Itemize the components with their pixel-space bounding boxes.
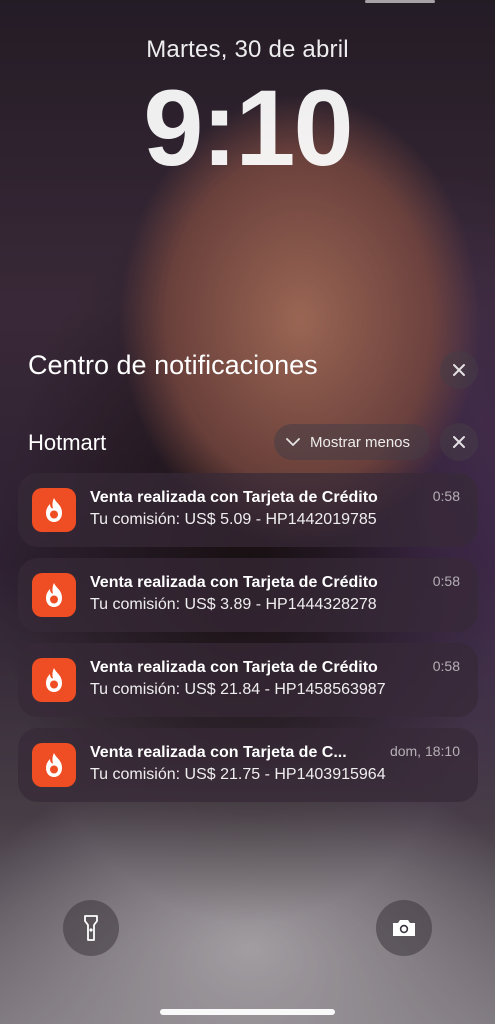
notification-time: 0:58 bbox=[432, 488, 460, 504]
notification-card[interactable]: Venta realizada con Tarjeta de C... Tu c… bbox=[18, 728, 478, 802]
notification-body: Tu comisión: US$ 21.75 - HP1403915964 bbox=[90, 766, 386, 783]
notification-card[interactable]: Venta realizada con Tarjeta de Crédito T… bbox=[18, 643, 478, 717]
notification-title: Venta realizada con Tarjeta de Crédito bbox=[90, 659, 378, 676]
hotmart-flame-icon bbox=[32, 573, 76, 617]
camera-button[interactable] bbox=[376, 900, 432, 956]
notification-card[interactable]: Venta realizada con Tarjeta de Crédito T… bbox=[18, 558, 478, 632]
lockscreen-date: Martes, 30 de abril bbox=[146, 36, 349, 63]
hotmart-flame-icon bbox=[32, 488, 76, 532]
home-indicator[interactable] bbox=[160, 1009, 335, 1015]
flashlight-button[interactable] bbox=[63, 900, 119, 956]
notification-time: 0:58 bbox=[432, 573, 460, 589]
notification-time: dom, 18:10 bbox=[389, 743, 460, 759]
notification-body: Tu comisión: US$ 5.09 - HP1442019785 bbox=[90, 511, 377, 528]
lockscreen-time: 9:10 bbox=[143, 67, 353, 188]
notification-title: Venta realizada con Tarjeta de Crédito bbox=[90, 574, 378, 591]
clear-all-button[interactable] bbox=[440, 351, 478, 389]
camera-icon bbox=[393, 920, 415, 936]
clear-group-button[interactable] bbox=[440, 423, 478, 461]
notification-body: Tu comisión: US$ 3.89 - HP1444328278 bbox=[90, 596, 377, 613]
flashlight-icon bbox=[84, 915, 98, 941]
hotmart-flame-icon bbox=[32, 658, 76, 702]
status-bar-indicator bbox=[365, 0, 435, 3]
notification-title: Venta realizada con Tarjeta de Crédito bbox=[90, 489, 378, 506]
notification-title: Venta realizada con Tarjeta de C... bbox=[90, 744, 347, 761]
close-icon bbox=[453, 364, 465, 376]
notification-card[interactable]: Venta realizada con Tarjeta de Crédito T… bbox=[18, 473, 478, 547]
notification-time: 0:58 bbox=[432, 658, 460, 674]
group-app-name: Hotmart bbox=[28, 430, 107, 455]
show-less-label: Mostrar menos bbox=[310, 433, 411, 451]
hotmart-flame-icon bbox=[32, 743, 76, 787]
close-icon bbox=[453, 436, 465, 448]
chevron-down-icon bbox=[286, 438, 300, 446]
notification-center-title: Centro de notificaciones bbox=[28, 350, 318, 380]
notification-body: Tu comisión: US$ 21.84 - HP1458563987 bbox=[90, 681, 386, 698]
show-less-button[interactable]: Mostrar menos bbox=[274, 424, 430, 460]
